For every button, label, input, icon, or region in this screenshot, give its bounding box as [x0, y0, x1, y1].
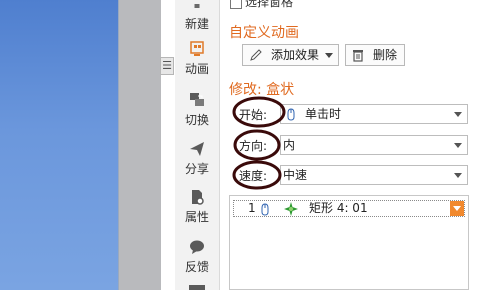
share-icon [190, 142, 204, 156]
delete-label: 删除 [373, 48, 398, 62]
more-icon [189, 285, 205, 290]
mouse-click-icon [261, 203, 269, 216]
slide-canvas[interactable] [0, 0, 119, 290]
start-label: 开始: [239, 108, 268, 122]
custom-animation-title: 自定义动画 [229, 25, 299, 41]
pencil-icon [250, 49, 262, 61]
speed-label: 速度: [239, 169, 268, 183]
direction-label: 方向: [239, 139, 268, 153]
list-item-name: 矩形 4: 01 [309, 201, 368, 215]
selection-pane-link[interactable]: 选择窗格 [230, 0, 293, 10]
sidebar-item-new[interactable]: 新建 [175, 4, 219, 32]
selection-pane-icon [230, 0, 242, 9]
list-item-dropdown[interactable] [450, 201, 464, 216]
chevron-down-icon [454, 112, 462, 117]
speed-value: 中速 [283, 168, 308, 182]
sidebar-item-transition[interactable]: 切换 [175, 92, 219, 128]
start-select[interactable]: 单击时 [280, 104, 468, 124]
direction-select[interactable]: 内 [280, 135, 468, 155]
mouse-click-icon [287, 108, 295, 121]
start-value: 单击时 [305, 107, 342, 121]
feedback-icon [190, 240, 204, 254]
animation-icon [190, 41, 204, 56]
delete-button[interactable]: 删除 [345, 44, 405, 66]
sidebar-item-properties[interactable]: 属性 [175, 189, 219, 225]
new-icon [194, 4, 200, 8]
list-item[interactable]: 1 矩形 4: 01 [233, 200, 465, 217]
sidebar-item-label: 反馈 [184, 260, 209, 274]
chevron-down-icon [454, 143, 462, 148]
collapse-panel-button[interactable]: ☰ [160, 57, 174, 75]
modify-title: 修改: 盒状 [229, 82, 295, 98]
sidebar-item-label: 属性 [184, 210, 209, 224]
sidebar-item-label: 分享 [184, 162, 209, 176]
animation-list[interactable]: 1 矩形 4: 01 [229, 195, 469, 290]
sidebar-item-share[interactable]: 分享 [175, 141, 219, 177]
list-item-index: 1 [248, 201, 256, 215]
chevron-down-icon [454, 173, 462, 178]
add-effect-button[interactable]: 添加效果 [242, 44, 339, 66]
chevron-down-icon [325, 53, 333, 58]
add-effect-label: 添加效果 [271, 48, 320, 62]
collapse-icon: ☰ [162, 59, 172, 72]
sidebar-item-feedback[interactable]: 反馈 [175, 239, 219, 275]
sidebar-item-label: 动画 [184, 62, 209, 76]
workspace-background [119, 0, 161, 290]
sidebar-item-animation[interactable]: 动画 [175, 41, 219, 77]
trash-icon [353, 50, 363, 62]
transition-icon [190, 93, 204, 106]
entrance-effect-icon [284, 202, 298, 216]
custom-animation-panel: 选择窗格 自定义动画 添加效果 删除 修改: 盒状 开始: 单击时 方向: 内 [220, 0, 479, 290]
speed-select[interactable]: 中速 [280, 165, 468, 185]
task-pane-sidebar: 新建 动画 切换 分享 属性 反馈 [175, 0, 220, 290]
properties-icon [192, 190, 204, 205]
sidebar-item-label: 新建 [184, 17, 209, 31]
sidebar-item-label: 切换 [184, 113, 209, 127]
direction-value: 内 [283, 138, 296, 152]
